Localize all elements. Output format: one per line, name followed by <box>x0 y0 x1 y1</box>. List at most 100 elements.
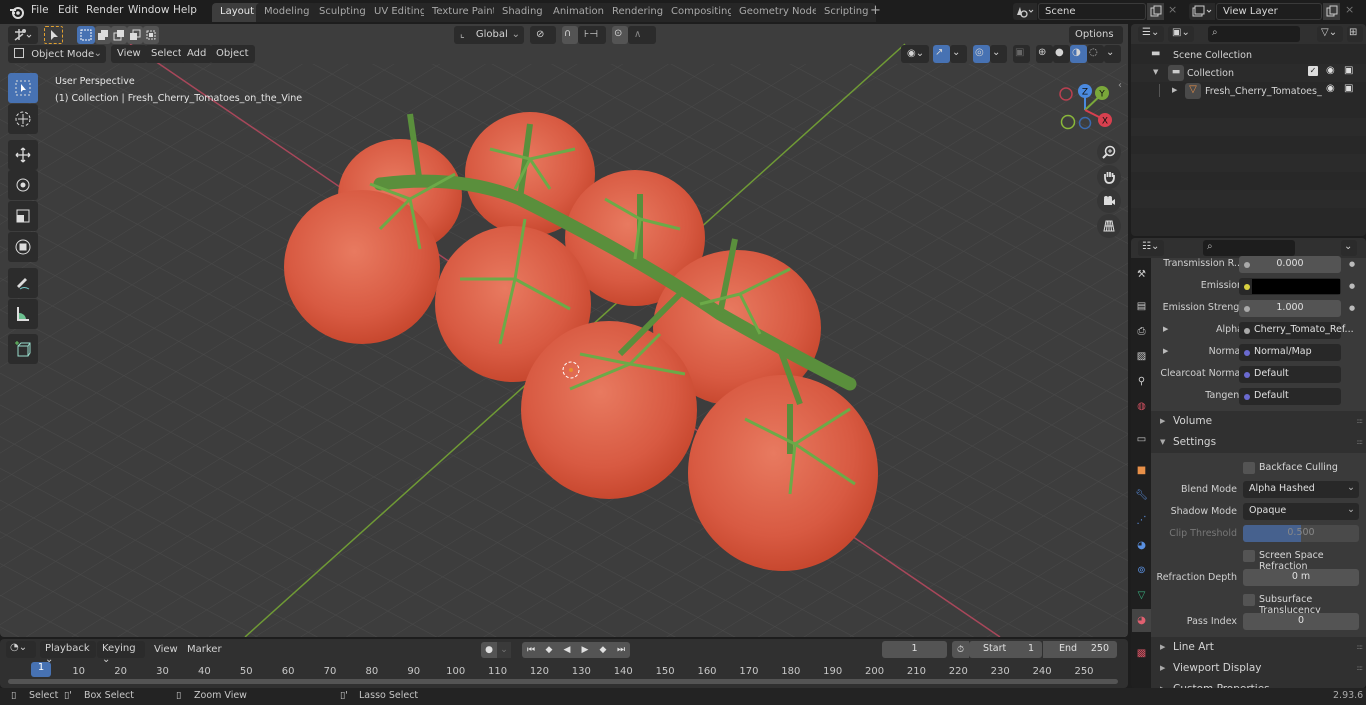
outliner-row-scene-collection[interactable]: ▬ Scene Collection <box>1131 46 1366 64</box>
add-workspace-button[interactable]: + <box>870 4 881 17</box>
properties-search-input[interactable]: ⌕ <box>1203 240 1295 256</box>
display-mode-icon[interactable]: ▣⌄ <box>1168 26 1194 42</box>
filter-icon[interactable]: ▽⌄ <box>1317 26 1343 42</box>
jump-to-end-icon[interactable]: ⏭ <box>612 642 630 658</box>
play-reverse-icon[interactable]: ◀ <box>558 642 576 658</box>
cursor-tool[interactable] <box>8 104 38 134</box>
new-scene-icon[interactable] <box>1147 3 1164 20</box>
texture-tab-icon[interactable]: ▩ <box>1132 642 1151 665</box>
blend-mode-dropdown[interactable]: Alpha Hashed ⌄ <box>1243 481 1359 498</box>
keying-menu[interactable]: Keying ⌄ <box>97 641 145 665</box>
camera-render-icon[interactable]: ▣ <box>1344 83 1353 94</box>
gizmo-dropdown-icon[interactable]: ⌄ <box>950 45 967 63</box>
tab-animation[interactable]: Animation <box>545 3 612 22</box>
settings-section-header[interactable]: ▼ Settings :::: <box>1151 432 1366 453</box>
outliner-row-collection[interactable]: ▼ ▬ Collection ✓ ◉ ▣ <box>1131 64 1366 82</box>
tangent-field[interactable]: Default <box>1239 388 1341 405</box>
backface-culling-checkbox[interactable] <box>1243 462 1255 474</box>
object-menu[interactable]: Object <box>210 45 255 63</box>
exclude-checkbox[interactable]: ✓ <box>1308 66 1318 76</box>
eye-visibility-icon[interactable]: ◉ <box>1326 83 1335 94</box>
tab-layout[interactable]: Layout <box>212 3 262 22</box>
scene-tab-icon[interactable]: ⚲ <box>1132 370 1151 393</box>
keyframe-dot-icon[interactable]: ● <box>1349 282 1355 290</box>
pan-view-hand-icon[interactable] <box>1097 165 1121 189</box>
properties-options-icon[interactable]: ⌄ <box>1341 240 1357 256</box>
options-dropdown[interactable]: Options ⌄ <box>1069 26 1123 51</box>
select-subtract-mode-icon[interactable] <box>111 26 127 44</box>
end-frame-field[interactable]: End 250 <box>1043 641 1117 658</box>
start-frame-field[interactable]: Start 1 <box>969 641 1042 658</box>
playhead[interactable]: 1 <box>31 662 51 677</box>
solid-shading-icon[interactable]: ● <box>1053 45 1070 63</box>
new-collection-icon[interactable]: ⊞ <box>1347 26 1363 42</box>
add-cube-tool[interactable] <box>8 334 38 364</box>
wireframe-shading-icon[interactable]: ⊕ <box>1036 45 1053 63</box>
outliner-row-object[interactable]: ▶ ▽ Fresh_Cherry_Tomatoes_ ◉ ▣ <box>1131 82 1366 100</box>
screen-space-refraction-checkbox[interactable] <box>1243 550 1255 562</box>
world-tab-icon[interactable]: ◍ <box>1132 395 1151 418</box>
expand-arrow-icon[interactable]: ▼ <box>1153 68 1158 76</box>
drag-grip-icon[interactable]: :::: <box>1357 417 1364 425</box>
falloff-icon[interactable]: ∧ <box>628 26 656 44</box>
shading-dropdown-icon[interactable]: ⌄ <box>1104 45 1121 63</box>
new-view-layer-icon[interactable] <box>1323 3 1340 20</box>
outliner-search-input[interactable]: ⌕ <box>1208 26 1300 42</box>
select-invert-mode-icon[interactable] <box>127 26 143 44</box>
select-extend-mode-icon[interactable] <box>95 26 111 44</box>
current-frame-field[interactable]: 1 <box>882 641 947 658</box>
menu-help[interactable]: Help <box>173 4 197 16</box>
viewport-display-section-header[interactable]: ▶ Viewport Display :::: <box>1151 658 1366 679</box>
modifier-tab-icon[interactable]: 🔧︎ <box>1132 484 1151 507</box>
perspective-toggle-icon[interactable] <box>1097 214 1121 238</box>
shadow-mode-dropdown[interactable]: Opaque ⌄ <box>1243 503 1359 520</box>
jump-to-prev-keyframe-icon[interactable]: ◆ <box>540 642 558 658</box>
render-tab-icon[interactable]: ▤ <box>1132 295 1151 318</box>
view-menu[interactable]: View <box>111 45 147 63</box>
object-mode-dropdown[interactable]: Object Mode ⌄ <box>8 45 106 63</box>
tab-shading[interactable]: Shading <box>494 3 551 22</box>
menu-file[interactable]: File <box>31 4 49 16</box>
play-icon[interactable]: ▶ <box>576 642 594 658</box>
tab-sculpting[interactable]: Sculpting <box>311 3 374 22</box>
scene-name-field[interactable]: Scene <box>1038 3 1146 20</box>
3d-viewport[interactable]: ⌞ Global ⌄ ⊘ ∩ ⊦⊣ ⊙ ∧ Options ⌄ Object M… <box>0 24 1128 637</box>
view-layer-tab-icon[interactable]: ▨ <box>1132 345 1151 368</box>
scene-selector-icon[interactable] <box>1013 3 1037 20</box>
pivot-point-icon[interactable]: ⊘ <box>530 26 556 44</box>
view-layer-icon[interactable] <box>1189 3 1215 20</box>
transform-tool[interactable] <box>8 232 38 262</box>
tab-scripting[interactable]: Scripting <box>816 3 877 22</box>
pass-index-field[interactable]: 0 <box>1243 613 1359 630</box>
sidebar-toggle-icon[interactable]: ‹ <box>1118 80 1122 91</box>
output-tab-icon[interactable]: ⎙ <box>1132 320 1151 343</box>
normal-link-field[interactable]: Normal/Map <box>1239 344 1341 361</box>
jump-to-next-keyframe-icon[interactable]: ◆ <box>594 642 612 658</box>
custom-properties-section-header[interactable]: ▶ Custom Properties <box>1151 679 1366 688</box>
material-tab-icon[interactable]: ◕ <box>1132 609 1151 632</box>
timeline-scrollbar[interactable] <box>8 679 1118 684</box>
clip-threshold-slider[interactable]: 0.500 <box>1243 525 1359 542</box>
jump-to-start-icon[interactable]: ⏮ <box>522 642 540 658</box>
view-layer-field[interactable]: View Layer <box>1216 3 1322 20</box>
collection-tab-icon[interactable]: ▭ <box>1132 428 1151 451</box>
keyframe-dot-icon[interactable]: ● <box>1349 304 1355 312</box>
rendered-shading-icon[interactable]: ◌ <box>1087 45 1104 63</box>
tab-rendering[interactable]: Rendering <box>604 3 672 22</box>
camera-render-icon[interactable]: ▣ <box>1344 65 1353 76</box>
auto-keying-dropdown-icon[interactable]: ⌄ <box>497 642 511 658</box>
zoom-view-icon[interactable] <box>1097 140 1121 164</box>
tab-modeling[interactable]: Modeling <box>256 3 318 22</box>
menu-window[interactable]: Window <box>128 4 169 16</box>
scale-tool[interactable] <box>8 201 38 231</box>
marker-menu[interactable]: Marker <box>182 641 227 659</box>
drag-grip-icon[interactable]: :::: <box>1357 643 1364 651</box>
delete-view-layer-icon[interactable]: × <box>1342 3 1357 20</box>
emission-strength-field[interactable]: 1.000 <box>1239 300 1341 317</box>
transform-orientation-dropdown[interactable]: ⌞ Global ⌄ <box>454 26 524 44</box>
timeline-editor-type-icon[interactable]: ◔⌄ <box>6 641 36 658</box>
keyframe-dot-icon[interactable]: ● <box>1349 260 1355 268</box>
clearcoat-normal-field[interactable]: Default <box>1239 366 1341 383</box>
menu-render[interactable]: Render <box>86 4 123 16</box>
eye-visibility-icon[interactable]: ◉ <box>1326 65 1335 76</box>
